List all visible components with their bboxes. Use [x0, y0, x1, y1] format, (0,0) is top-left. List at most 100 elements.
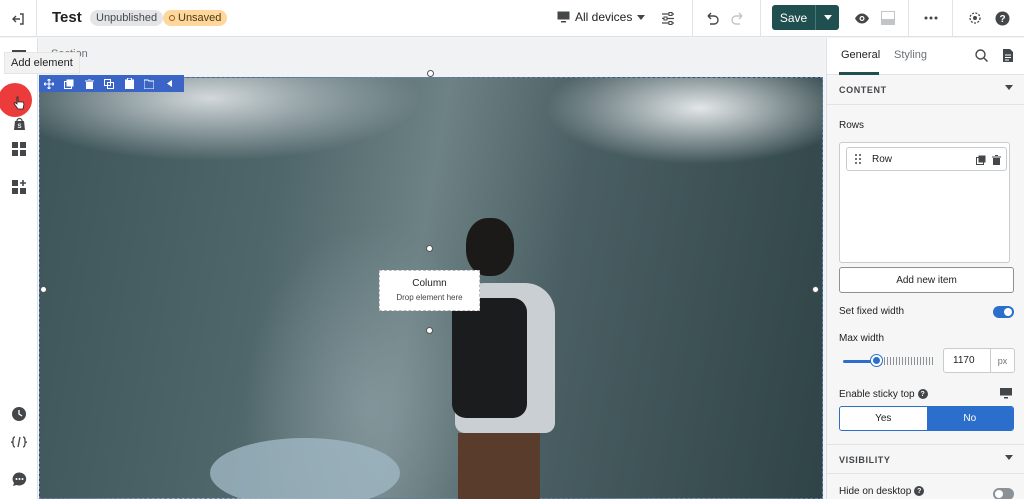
code-icon: [11, 436, 27, 448]
delete-button[interactable]: [79, 75, 99, 92]
visibility-section-label: VISIBILITY: [839, 455, 891, 465]
chevron-down-icon: [637, 14, 646, 20]
copy-style-button[interactable]: [99, 75, 119, 92]
duplicate-row-icon[interactable]: [976, 155, 986, 165]
sticky-no-option[interactable]: No: [926, 407, 1013, 430]
rail-item-code[interactable]: [9, 432, 29, 452]
sticky-top-label: Enable sticky top: [839, 389, 915, 400]
max-width-slider-thumb[interactable]: [871, 355, 882, 366]
resize-handle-column-bottom[interactable]: [426, 327, 433, 334]
max-width-slider-track[interactable]: [875, 357, 935, 365]
desktop-device-icon: [1000, 388, 1012, 399]
monitor-icon: [557, 11, 570, 23]
duplicate-button[interactable]: [59, 75, 79, 92]
hero-backpack: [452, 298, 527, 418]
save-section-button[interactable]: [139, 75, 159, 92]
help-icon[interactable]: ?: [917, 389, 928, 400]
resize-handle-right[interactable]: [812, 286, 819, 293]
unsaved-dot-icon: [169, 15, 175, 21]
caret-down-icon: [1005, 85, 1013, 90]
layout-toggle-button[interactable]: [878, 8, 898, 28]
sticky-yes-option[interactable]: Yes: [840, 407, 927, 430]
save-group: Save: [772, 5, 839, 30]
preview-button[interactable]: [852, 8, 872, 28]
hand-pointer-icon: [13, 96, 25, 110]
paste-button[interactable]: [119, 75, 139, 92]
rail-cursor: [9, 93, 29, 113]
exit-button[interactable]: [0, 0, 37, 37]
rail-item-apps[interactable]: [9, 177, 29, 197]
top-bar: Test Unpublished Unsaved All devices Sav…: [0, 0, 1024, 37]
panel-layout-icon: [881, 11, 895, 25]
settings-panel: General Styling CONTENT Rows Row Add new…: [826, 38, 1024, 499]
document-icon[interactable]: [1003, 49, 1013, 62]
sticky-top-label-row: Enable sticky top?: [839, 389, 928, 400]
question-circle-icon: ?: [995, 11, 1009, 25]
sliders-icon: [662, 11, 674, 25]
save-options-button[interactable]: [815, 5, 839, 30]
content-section-header[interactable]: CONTENT: [827, 75, 1024, 105]
column-placeholder[interactable]: Column Drop element here: [379, 270, 480, 311]
hero-person-head: [466, 218, 514, 276]
resize-handle-left[interactable]: [40, 286, 47, 293]
max-width-label: Max width: [839, 333, 885, 344]
rail-item-history[interactable]: [9, 404, 29, 424]
more-actions-button[interactable]: [921, 8, 941, 28]
tab-general[interactable]: General: [841, 49, 880, 61]
hide-desktop-label-row: Hide on desktop?: [839, 486, 925, 497]
resize-handle-top[interactable]: [427, 70, 434, 77]
delete-row-icon[interactable]: [992, 155, 1001, 165]
clipboard-icon: [124, 78, 134, 89]
hero-person-legs: [458, 433, 540, 499]
collapse-toolbar-button[interactable]: [159, 75, 179, 92]
help-icon[interactable]: ?: [914, 486, 925, 497]
max-width-input[interactable]: 1170 px: [943, 348, 1015, 373]
copy-icon: [64, 79, 74, 89]
tab-styling[interactable]: Styling: [894, 49, 927, 61]
rail-item-templates[interactable]: [9, 139, 29, 159]
max-width-unit: px: [990, 349, 1014, 372]
settings-sliders-button[interactable]: [658, 8, 678, 28]
move-icon: [44, 78, 54, 89]
hero-lake: [210, 438, 400, 499]
caret-left-icon: [166, 80, 172, 87]
search-icon[interactable]: [975, 49, 988, 62]
undo-icon: [707, 12, 719, 25]
column-drop-hint: Drop element here: [396, 293, 463, 302]
theme-settings-button[interactable]: [965, 8, 985, 28]
row-item[interactable]: Row: [846, 147, 1007, 171]
svg-text:S: S: [17, 124, 21, 130]
add-element-tooltip: Add element: [4, 52, 80, 74]
rail-item-chat[interactable]: [9, 469, 29, 489]
max-width-value: 1170: [953, 355, 975, 366]
fixed-width-label: Set fixed width: [839, 306, 905, 317]
redo-icon: [731, 12, 743, 25]
visibility-section-header[interactable]: VISIBILITY: [827, 444, 1024, 474]
exit-icon: [12, 12, 24, 25]
help-button[interactable]: ?: [992, 8, 1012, 28]
row-item-label: Row: [872, 154, 893, 165]
save-button[interactable]: Save: [772, 5, 815, 30]
panel-tabs: General Styling: [827, 38, 1024, 75]
trash-icon: [84, 78, 94, 89]
redo-button[interactable]: [728, 8, 748, 28]
rows-label: Rows: [839, 120, 865, 131]
undo-button[interactable]: [702, 8, 722, 28]
shopping-bag-icon: S: [13, 117, 25, 130]
device-selector[interactable]: All devices: [557, 10, 646, 24]
page-title: Test: [52, 9, 82, 26]
gear-icon: [969, 12, 981, 24]
fixed-width-toggle[interactable]: [993, 306, 1014, 318]
add-new-item-button[interactable]: Add new item: [839, 267, 1014, 293]
drag-handle-icon[interactable]: [855, 154, 861, 164]
toggle-knob: [1004, 308, 1012, 316]
editor-canvas[interactable]: Section Column D: [39, 38, 825, 499]
grid-icon: [12, 142, 26, 156]
move-button[interactable]: [39, 75, 59, 92]
hide-desktop-toggle[interactable]: [993, 488, 1014, 499]
rail-item-shopify[interactable]: S: [9, 114, 29, 134]
left-rail: S: [0, 38, 38, 499]
column-title: Column: [412, 278, 447, 289]
resize-handle-column-top[interactable]: [426, 245, 433, 252]
sticky-top-segmented: Yes No: [839, 406, 1014, 431]
